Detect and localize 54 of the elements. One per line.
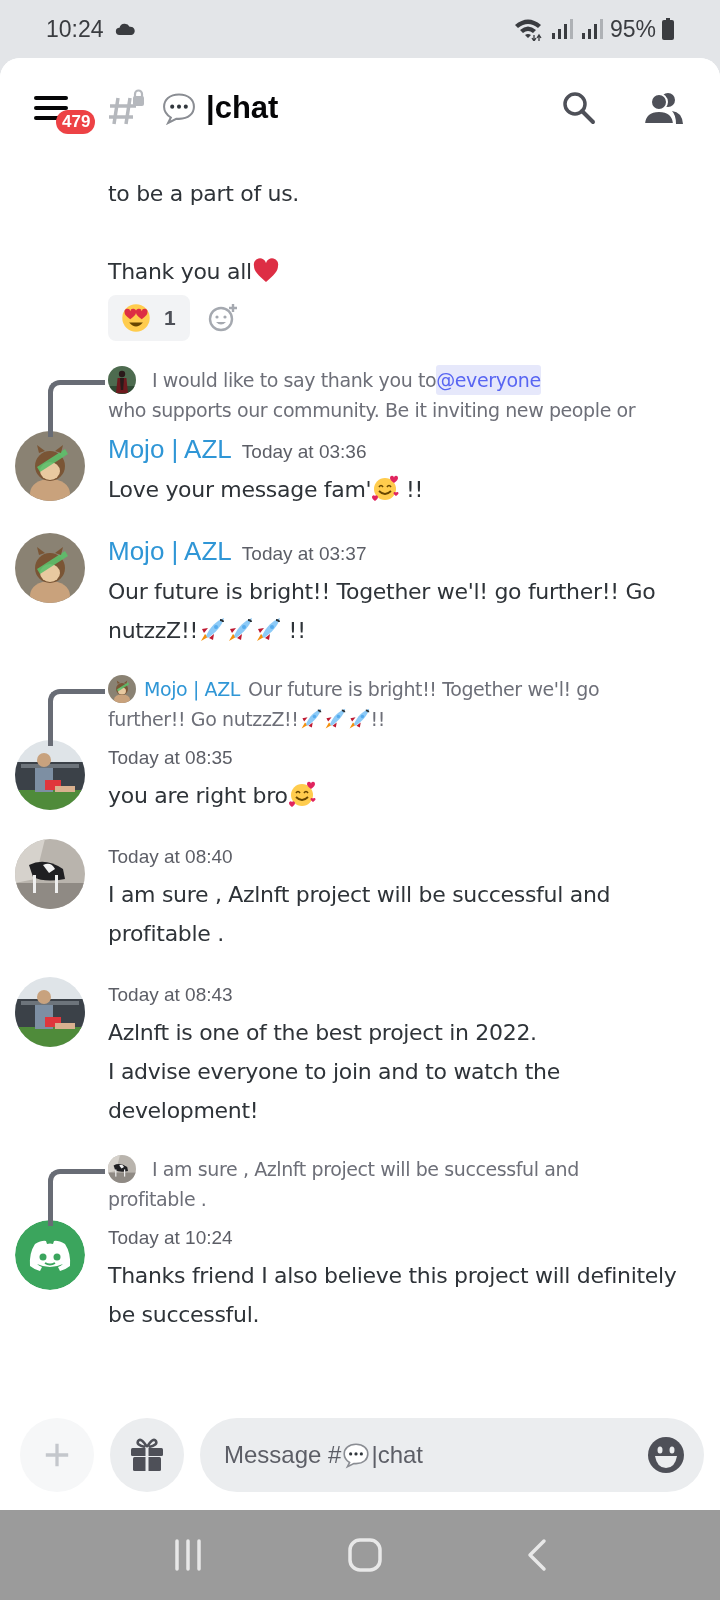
notification-badge: 479 bbox=[56, 110, 96, 134]
cloud-icon bbox=[113, 21, 136, 37]
message-text: I advise everyone to join and to watch the development! bbox=[108, 1059, 560, 1123]
message-text: !! bbox=[405, 477, 424, 502]
timestamp: Today at 10:24 bbox=[108, 1226, 233, 1250]
author-name[interactable]: Mojo | AZL bbox=[108, 431, 232, 467]
timestamp: Today at 08:35 bbox=[108, 746, 233, 770]
reply-text: Our future is bright!! Together we'l! go bbox=[248, 677, 600, 702]
reply-text: profitable . bbox=[108, 1187, 207, 1212]
message-text: you are right bro bbox=[108, 783, 288, 808]
status-time: 10:24 bbox=[46, 15, 104, 43]
author-name[interactable]: Mojo | AZL bbox=[108, 533, 232, 569]
message-text: I am sure , Azlnft project will be successful and profitable . bbox=[108, 882, 611, 946]
back-icon bbox=[526, 1538, 549, 1572]
message-text: Our future is bright!! Together we'l! go further!! Go bbox=[108, 579, 656, 604]
emoji-icon[interactable] bbox=[646, 1435, 686, 1475]
battery-icon bbox=[662, 18, 674, 40]
message-text: nutzzZ!! bbox=[108, 618, 198, 643]
smiling-face-with-hearts-icon bbox=[287, 781, 316, 809]
reply-text: who supports our community. Be it inviting new people or bbox=[108, 398, 636, 423]
smiling-face-with-hearts-icon bbox=[371, 475, 400, 503]
timestamp: Today at 08:43 bbox=[108, 983, 233, 1007]
battery-level: 95% bbox=[609, 15, 656, 43]
message-field[interactable]: Message # |chat bbox=[200, 1418, 704, 1492]
message-text: to be a part of us. bbox=[108, 181, 300, 206]
message-text: !! bbox=[287, 618, 306, 643]
home-icon bbox=[347, 1537, 383, 1573]
signal-icon bbox=[579, 18, 604, 40]
heart-eyes-face-icon bbox=[120, 302, 152, 334]
heart-icon bbox=[251, 257, 280, 285]
gift-icon bbox=[129, 1437, 165, 1473]
message-text: Thanks friend I also believe this project will definitely be successful. bbox=[108, 1263, 677, 1327]
reply-author[interactable]: Mojo | AZL bbox=[144, 674, 240, 704]
channel-name: |chat bbox=[206, 90, 279, 126]
search-icon bbox=[562, 91, 596, 125]
members-button[interactable] bbox=[642, 91, 684, 125]
signal-icon bbox=[549, 18, 574, 40]
reply-text: I am sure , Azlnft project will be successful and bbox=[152, 1157, 579, 1182]
search-button[interactable] bbox=[562, 91, 596, 125]
reply-text: further!! Go nutzzZ!! bbox=[108, 707, 299, 732]
plus-icon bbox=[43, 1441, 71, 1469]
reply-text: I would like to say thank you to bbox=[152, 368, 437, 393]
default-avatar-icon bbox=[15, 1220, 85, 1290]
reply-text: !! bbox=[370, 707, 385, 732]
members-icon bbox=[642, 91, 684, 125]
timestamp: Today at 08:40 bbox=[108, 845, 233, 869]
message-text: Azlnft is one of the best project in 2022. bbox=[108, 1020, 537, 1045]
mention-link[interactable]: @everyone bbox=[436, 365, 541, 395]
message-text: Love your message fam' bbox=[108, 477, 372, 502]
timestamp: Today at 03:36 bbox=[241, 440, 367, 464]
reaction-count: 1 bbox=[164, 306, 176, 330]
timestamp: Today at 03:37 bbox=[241, 542, 367, 566]
message-text: Thank you all bbox=[108, 259, 252, 284]
reaction-button[interactable]: 1 bbox=[108, 295, 190, 341]
